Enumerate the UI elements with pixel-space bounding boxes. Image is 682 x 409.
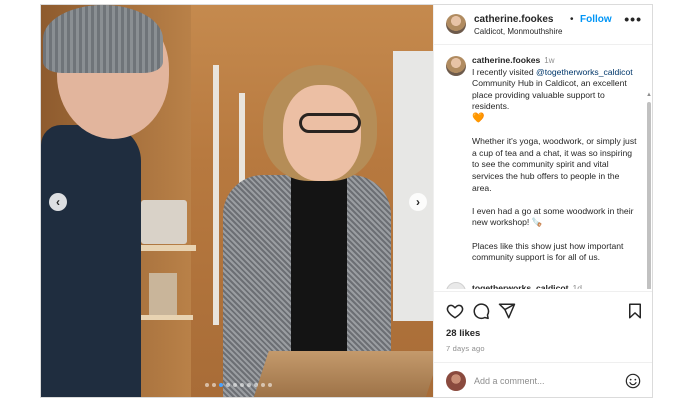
turtleneck bbox=[291, 165, 347, 355]
comment-item: togetherworks_caldicot 1d bbox=[472, 283, 582, 289]
carousel-dot bbox=[247, 383, 251, 387]
storage-box bbox=[141, 200, 187, 244]
post-side-panel: catherine.fookes • Follow Caldicot, Monm… bbox=[433, 5, 652, 397]
post-location[interactable]: Caldicot, Monmouthshire bbox=[474, 27, 562, 36]
comment-icon[interactable] bbox=[472, 302, 490, 320]
carousel-next-button[interactable]: › bbox=[409, 193, 427, 211]
caption-avatar[interactable] bbox=[446, 56, 466, 76]
jars bbox=[149, 273, 177, 315]
post-date: 7 days ago bbox=[446, 344, 485, 353]
scroll-up-arrow-icon[interactable]: ▲ bbox=[646, 92, 652, 98]
post-header: catherine.fookes • Follow Caldicot, Monm… bbox=[434, 5, 652, 45]
add-comment-bar bbox=[434, 362, 652, 397]
caption-paragraph: Places like this show just how important… bbox=[472, 240, 624, 263]
caption-paragraph: I even had a go at some woodwork in thei… bbox=[472, 205, 634, 228]
carousel-dot bbox=[226, 383, 230, 387]
author-avatar[interactable] bbox=[446, 14, 466, 34]
scrollbar[interactable] bbox=[647, 102, 651, 289]
action-bar: 28 likes 7 days ago bbox=[434, 291, 652, 371]
carousel-dot bbox=[268, 383, 272, 387]
more-options-icon[interactable]: ••• bbox=[624, 11, 642, 27]
carousel-indicator bbox=[205, 383, 272, 387]
orange-heart-emoji: 🧡 bbox=[472, 112, 485, 124]
likes-count[interactable]: 28 likes bbox=[446, 328, 480, 339]
follow-button[interactable]: Follow bbox=[580, 14, 612, 25]
woman-face bbox=[283, 85, 361, 181]
carousel-prev-button[interactable]: ‹ bbox=[49, 193, 67, 211]
heart-icon[interactable] bbox=[446, 302, 464, 320]
caption-username[interactable]: catherine.fookes bbox=[472, 55, 540, 65]
caption-text: I recently visited bbox=[472, 66, 534, 77]
mention-link[interactable]: @togetherworks_caldicot bbox=[536, 67, 633, 77]
comment-username[interactable]: togetherworks_caldicot bbox=[472, 283, 568, 289]
workbench bbox=[253, 351, 433, 397]
wall-rail bbox=[213, 65, 219, 325]
shelf bbox=[133, 315, 193, 320]
bookmark-icon[interactable] bbox=[626, 302, 644, 320]
reply-avatar[interactable] bbox=[446, 282, 466, 289]
current-user-avatar bbox=[446, 371, 466, 391]
carousel-dot bbox=[205, 383, 209, 387]
emoji-icon[interactable] bbox=[625, 373, 641, 389]
author-username[interactable]: catherine.fookes bbox=[474, 14, 553, 25]
carousel-dot bbox=[219, 383, 223, 387]
carousel-dot bbox=[254, 383, 258, 387]
comment-input[interactable] bbox=[474, 373, 614, 389]
bandsaw bbox=[393, 51, 433, 321]
post-caption: catherine.fookes 1w I recently visited @t… bbox=[472, 55, 640, 275]
caption-time: 1w bbox=[544, 56, 555, 65]
man-figure bbox=[41, 125, 141, 397]
post-photo[interactable]: ‹ › bbox=[41, 5, 433, 397]
carousel-dot bbox=[240, 383, 244, 387]
comments-area[interactable]: catherine.fookes 1w I recently visited @t… bbox=[434, 46, 652, 289]
instagram-post: ‹ › catherine.fookes • Follow Caldicot, … bbox=[40, 4, 653, 398]
caption-paragraph: Whether it's yoga, woodwork, or simply j… bbox=[472, 136, 637, 193]
carousel-dot bbox=[261, 383, 265, 387]
separator-dot: • bbox=[570, 14, 574, 25]
caption-text: Community Hub in Caldicot, an excellent … bbox=[472, 78, 627, 112]
beanie-hat bbox=[43, 5, 163, 73]
carousel-dot bbox=[212, 383, 216, 387]
carousel-dot bbox=[233, 383, 237, 387]
comment-time: 1d bbox=[572, 283, 583, 289]
glasses bbox=[299, 113, 361, 133]
share-icon[interactable] bbox=[498, 302, 516, 320]
